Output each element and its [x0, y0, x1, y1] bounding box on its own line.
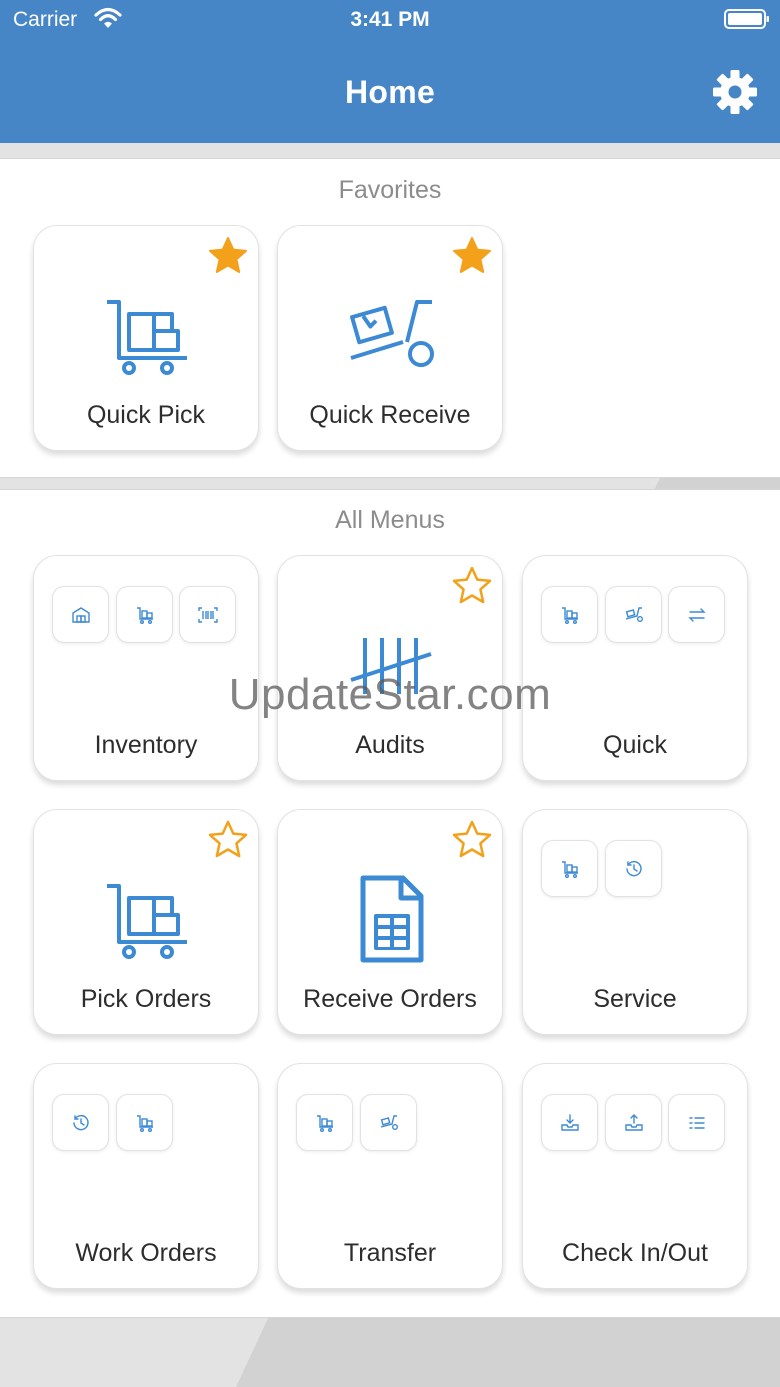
- transfer-icon: [688, 608, 706, 622]
- tile-inventory[interactable]: Inventory: [33, 555, 259, 781]
- tile-service[interactable]: Service: [522, 809, 748, 1035]
- history-icon: [626, 860, 642, 877]
- mini-button-cart[interactable]: [116, 1094, 173, 1151]
- favorites-section: Favorites Quick Pick Quick Receive: [0, 158, 780, 478]
- all-menus-title: All Menus: [335, 506, 445, 534]
- tile-label: Check In/Out: [562, 1239, 708, 1267]
- history-icon: [73, 1114, 89, 1131]
- hand-truck-icon: [380, 1115, 398, 1130]
- tile-label: Pick Orders: [80, 985, 212, 1013]
- mini-button-cart[interactable]: [116, 586, 173, 643]
- star-outline-icon[interactable]: [206, 818, 250, 862]
- mini-button-check-in[interactable]: [541, 1094, 598, 1151]
- tile-pick-orders[interactable]: Pick Orders: [33, 809, 259, 1035]
- tile-label: Receive Orders: [303, 985, 477, 1013]
- tile-label: Inventory: [94, 731, 198, 759]
- mini-button-cart[interactable]: [296, 1094, 353, 1151]
- star-filled-icon[interactable]: [450, 234, 494, 278]
- mini-button-barcode[interactable]: [179, 586, 236, 643]
- tile-label: Quick Pick: [86, 401, 206, 429]
- gear-icon[interactable]: [710, 67, 760, 117]
- status-bar: Carrier 3:41 PM: [0, 0, 780, 40]
- star-outline-icon[interactable]: [450, 818, 494, 862]
- mini-button-cart[interactable]: [541, 586, 598, 643]
- cart-icon: [107, 300, 187, 375]
- favorites-title: Favorites: [338, 176, 442, 204]
- tile-transfer[interactable]: Transfer: [277, 1063, 503, 1289]
- mini-button-history[interactable]: [52, 1094, 109, 1151]
- mini-button-cart[interactable]: [541, 840, 598, 897]
- tile-quick[interactable]: Quick: [522, 555, 748, 781]
- all-menus-section: All Menus Inventory Audits Quick Pick Or…: [0, 489, 780, 1318]
- battery-icon: [724, 9, 769, 29]
- check-out-icon: [625, 1114, 643, 1131]
- mini-button-hand-truck[interactable]: [605, 586, 662, 643]
- clock: 3:41 PM: [350, 8, 430, 31]
- mini-button-warehouse[interactable]: [52, 586, 109, 643]
- page-title: Home: [344, 74, 436, 110]
- cart-icon: [137, 1115, 153, 1132]
- mini-button-check-out[interactable]: [605, 1094, 662, 1151]
- tile-label: Work Orders: [75, 1239, 217, 1267]
- nav-header: Carrier 3:41 PM Home: [0, 0, 780, 143]
- tile-quick-receive[interactable]: Quick Receive: [277, 225, 503, 451]
- star-filled-icon[interactable]: [206, 234, 250, 278]
- mini-button-transfer[interactable]: [668, 586, 725, 643]
- tile-label: Transfer: [343, 1239, 437, 1267]
- barcode-icon: [198, 607, 218, 623]
- warehouse-icon: [72, 607, 90, 623]
- tile-quick-pick[interactable]: Quick Pick: [33, 225, 259, 451]
- cart-icon: [317, 1115, 333, 1132]
- watermark-text: UpdateStar.com: [228, 670, 552, 719]
- mini-button-history[interactable]: [605, 840, 662, 897]
- list-icon: [689, 1117, 705, 1129]
- tile-label: Audits: [355, 731, 425, 759]
- cart-icon: [137, 607, 153, 624]
- mini-button-list[interactable]: [668, 1094, 725, 1151]
- hand-truck-icon: [350, 300, 434, 367]
- document-table-icon: [360, 875, 424, 963]
- cart-icon: [562, 861, 578, 878]
- tile-audits[interactable]: Audits: [277, 555, 503, 781]
- star-outline-icon[interactable]: [450, 564, 494, 608]
- tile-label: Quick Receive: [309, 401, 471, 429]
- tile-label: Quick: [603, 731, 667, 759]
- check-in-icon: [561, 1114, 579, 1131]
- tile-work-orders[interactable]: Work Orders: [33, 1063, 259, 1289]
- mini-button-hand-truck[interactable]: [360, 1094, 417, 1151]
- cart-icon: [107, 884, 187, 959]
- tile-receive-orders[interactable]: Receive Orders: [277, 809, 503, 1035]
- tile-label: Service: [593, 985, 677, 1013]
- hand-truck-icon: [625, 607, 643, 622]
- tile-check-in-out[interactable]: Check In/Out: [522, 1063, 748, 1289]
- cart-icon: [562, 607, 578, 624]
